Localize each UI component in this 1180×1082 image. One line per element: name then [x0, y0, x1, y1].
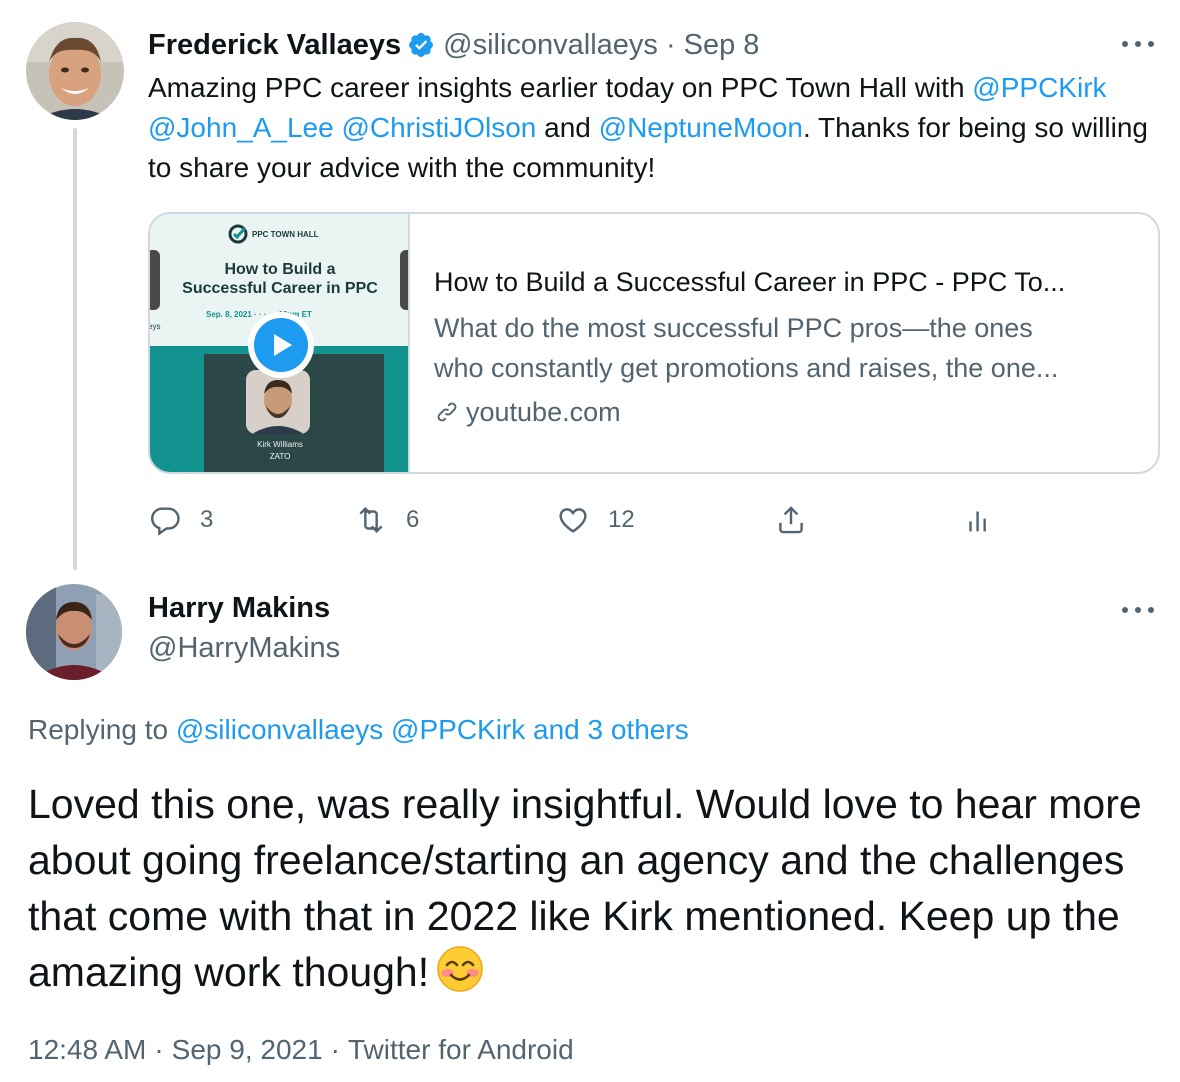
share-button[interactable] — [774, 500, 808, 540]
card-body[interactable]: How to Build a Successful Career in PPC … — [410, 214, 1158, 472]
author-handle[interactable]: @siliconvallaeys — [443, 29, 658, 62]
thumbnail-person-name: Kirk Williams — [257, 440, 303, 449]
mention-link[interactable]: @John_A_Lee — [148, 112, 334, 143]
card-domain: youtube.com — [434, 394, 1134, 430]
play-button[interactable] — [248, 312, 314, 378]
reply-text-body: Loved this one, was really insightful. W… — [28, 781, 1142, 995]
card-description: What do the most successful PPC pros—the… — [434, 308, 1134, 388]
play-icon — [274, 334, 292, 356]
reply-text: Loved this one, was really insightful. W… — [28, 776, 1168, 1000]
mention-link[interactable]: @NeptuneMoon — [599, 112, 803, 143]
reply-author-name[interactable]: Harry Makins — [148, 592, 330, 625]
frederick-avatar[interactable] — [26, 22, 124, 120]
card-description-line: What do the most successful PPC pros—the… — [434, 313, 1033, 343]
retweet-button[interactable]: 6 — [354, 500, 419, 540]
meta-separator: · — [330, 1034, 340, 1065]
thumbnail-title-line: Successful Career in PPC — [182, 280, 378, 297]
heart-icon — [559, 508, 587, 533]
reply-source[interactable]: Twitter for Android — [348, 1034, 574, 1065]
tweet-text: Amazing PPC career insights earlier toda… — [148, 68, 1168, 188]
like-count: 12 — [608, 506, 635, 533]
thumbnail-left-text: eys — [150, 322, 161, 331]
reply-meta: 12:48 AM · Sep 9, 2021 · Twitter for Android — [28, 1034, 574, 1066]
thumbnail-title: How to Build a Successful Career in PPC — [150, 260, 408, 298]
thumbnail-logo: PPC TOWN HALL — [228, 224, 319, 244]
reply-count: 3 — [200, 506, 214, 533]
reply-author-handle[interactable]: @HarryMakins — [148, 632, 340, 665]
link-icon — [437, 402, 457, 422]
author-name[interactable]: Frederick Vallaeys — [148, 29, 401, 62]
analytics-button[interactable] — [962, 500, 996, 540]
video-thumbnail[interactable]: PPC TOWN HALL How to Build a Successful … — [150, 214, 410, 472]
analytics-icon — [969, 511, 986, 532]
replying-mentions-link[interactable]: @siliconvallaeys @PPCKirk and 3 others — [176, 714, 689, 745]
tweet-text-part: Amazing PPC career insights earlier toda… — [148, 72, 973, 103]
reply-date[interactable]: Sep 9, 2021 — [172, 1034, 323, 1065]
retweet-icon — [359, 506, 383, 534]
verified-badge-icon — [407, 31, 435, 59]
thumbnail-brand: PPC TOWN HALL — [252, 229, 319, 239]
like-button[interactable]: 12 — [556, 500, 635, 540]
card-title: How to Build a Successful Career in PPC … — [434, 267, 1066, 297]
link-preview-card[interactable]: PPC TOWN HALL How to Build a Successful … — [148, 212, 1160, 474]
thread-line — [73, 128, 77, 570]
card-domain-text: youtube.com — [466, 397, 621, 427]
meta-separator: · — [154, 1034, 164, 1065]
replying-to: Replying to @siliconvallaeys @PPCKirk an… — [28, 714, 689, 746]
more-options-icon[interactable] — [1118, 34, 1158, 54]
thumbnail-person-company: ZATO — [269, 452, 291, 461]
card-description-line: who constantly get promotions and raises… — [434, 353, 1059, 383]
tweet-text-part: and — [536, 112, 599, 143]
mention-link[interactable]: @PPCKirk — [972, 72, 1106, 103]
replying-prefix: Replying to — [28, 714, 176, 745]
kirk-photo — [246, 370, 310, 434]
thumbnail-title-line: How to Build a — [224, 261, 336, 278]
more-options-icon[interactable] — [1118, 600, 1158, 620]
harry-avatar[interactable] — [26, 584, 122, 680]
header-separator: · — [665, 28, 676, 61]
tweet-header: Frederick Vallaeys @siliconvallaeys · Se… — [148, 26, 759, 64]
checkmark-logo-icon — [228, 224, 248, 244]
mention-link[interactable]: @ChristiJOlson — [341, 112, 536, 143]
smiling-face-emoji-icon — [435, 944, 485, 994]
share-icon — [779, 506, 803, 534]
reply-time[interactable]: 12:48 AM — [28, 1034, 146, 1065]
tweet-date[interactable]: Sep 8 — [684, 29, 760, 62]
reply-button[interactable]: 3 — [148, 500, 213, 540]
reply-icon — [151, 507, 180, 536]
retweet-count: 6 — [406, 506, 420, 533]
